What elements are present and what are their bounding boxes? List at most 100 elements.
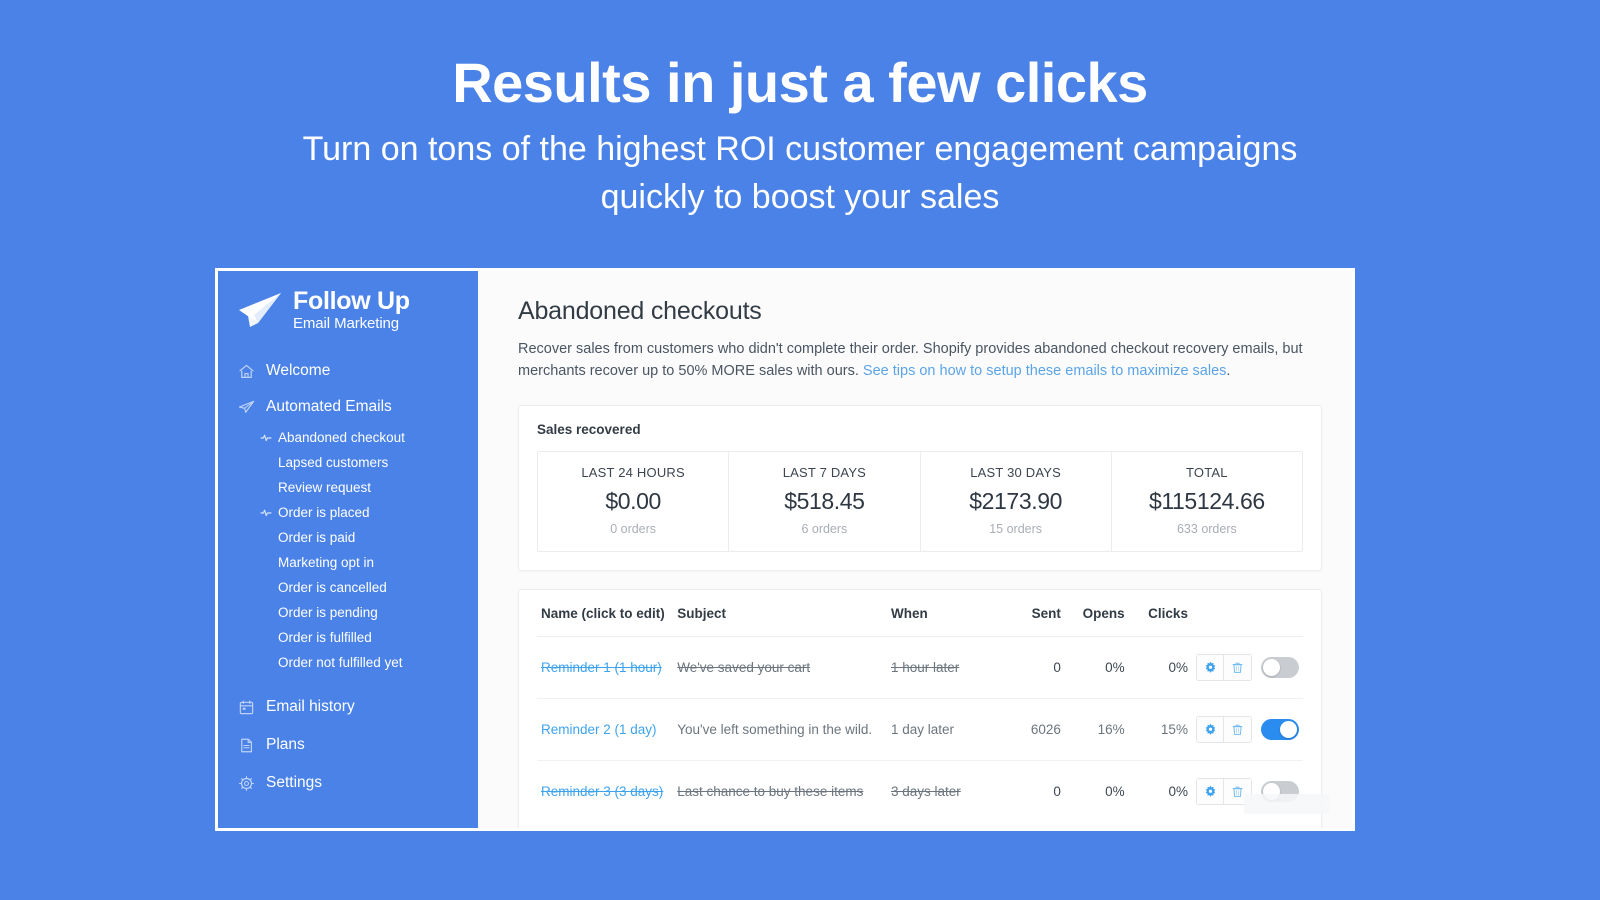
stat-label: LAST 7 DAYS (782, 464, 867, 480)
sparkle-icon (260, 432, 272, 444)
stat-label: TOTAL (1186, 464, 1228, 480)
column-header-opens: Opens (1064, 589, 1129, 637)
trash-icon (1231, 785, 1244, 798)
logo-subtitle: Email Marketing (293, 315, 400, 332)
emails-table: Name (click to edit) Subject When Sent O… (537, 589, 1303, 822)
column-header-actions (1191, 589, 1303, 637)
sidebar-item-automated-emails[interactable]: Automated Emails (218, 389, 478, 425)
delete-button[interactable] (1224, 716, 1251, 742)
email-name-link[interactable]: Reminder 2 (1 day) (541, 722, 657, 737)
page-title: Abandoned checkouts (518, 297, 762, 325)
sidebar-item-email-history[interactable]: Email history (218, 688, 478, 726)
sidebar-subitem-label: Order is fulfilled (278, 630, 372, 645)
sidebar-subitem-label: Lapsed customers (278, 455, 389, 470)
email-when: 1 day later (890, 721, 955, 737)
sparkle-icon (260, 507, 272, 519)
sidebar-subitem-label: Order is pending (278, 605, 378, 620)
sidebar-subitem-label: Order is placed (278, 505, 370, 520)
main-content: Abandoned checkouts Recover sales from c… (478, 271, 1352, 828)
sidebar-item-plans[interactable]: Plans (218, 726, 478, 764)
stat-orders: 633 orders (1176, 521, 1237, 536)
emails-table-card: Name (click to edit) Subject When Sent O… (518, 588, 1322, 828)
email-sent: 0 (1053, 783, 1061, 799)
email-opens: 0% (1064, 636, 1129, 699)
email-subject: We've saved your cart (677, 659, 811, 675)
sidebar-item-welcome[interactable]: Welcome (218, 353, 478, 389)
sales-recovered-card: Sales recovered LAST 24 HOURS $0.00 0 or… (518, 404, 1322, 571)
document-icon (238, 737, 255, 754)
email-clicks: 15% (1128, 698, 1192, 761)
settings-button[interactable] (1197, 778, 1224, 804)
sidebar-item-order-is-placed[interactable]: Order is placed (218, 500, 478, 525)
enable-toggle[interactable] (1261, 656, 1299, 678)
sidebar-item-lapsed-customers[interactable]: Lapsed customers (218, 450, 478, 475)
stat-last-30-days: LAST 30 DAYS $2173.90 15 orders (921, 451, 1112, 551)
hero-banner: Results in just a few clicks Turn on ton… (0, 0, 1600, 221)
enable-toggle[interactable] (1261, 718, 1299, 740)
settings-button[interactable] (1197, 716, 1224, 742)
app-logo[interactable]: Follow Up Email Marketing (218, 289, 478, 331)
stat-last-7-days: LAST 7 DAYS $518.45 6 orders (729, 451, 921, 551)
sidebar-subitem-label: Marketing opt in (278, 555, 375, 570)
sidebar-item-label: Settings (266, 774, 323, 791)
stat-total: TOTAL $115124.66 633 orders (1112, 452, 1302, 551)
row-button-group (1196, 653, 1252, 681)
email-subject: You've left something in the wild. (677, 721, 873, 737)
stat-label: LAST 24 HOURS (581, 464, 685, 480)
trash-icon (1231, 723, 1244, 736)
sidebar-subitem-label: Order is paid (278, 530, 356, 545)
email-subject: Last chance to buy these items (677, 783, 864, 799)
toggle-knob (1280, 720, 1297, 738)
setup-tips-link[interactable]: See tips on how to setup these emails to… (863, 363, 1226, 379)
sidebar-subitem-label: Abandoned checkout (278, 430, 405, 445)
sidebar-item-marketing-opt-in[interactable]: Marketing opt in (218, 550, 478, 575)
email-sent: 6026 (1002, 698, 1065, 761)
column-header-when: When (886, 589, 1003, 637)
settings-button[interactable] (1197, 654, 1224, 680)
row-actions (1196, 715, 1299, 743)
gear-icon (1204, 785, 1217, 798)
stat-value: $115124.66 (1148, 487, 1265, 514)
sidebar-item-label: Welcome (266, 362, 331, 379)
sidebar-item-label: Email history (266, 698, 355, 715)
column-header-subject: Subject (673, 589, 887, 637)
home-icon (238, 363, 255, 380)
gear-icon (1204, 723, 1217, 736)
column-header-sent: Sent (1002, 589, 1065, 637)
email-name-link[interactable]: Reminder 3 (3 days) (541, 784, 663, 799)
email-opens: 16% (1064, 698, 1129, 761)
email-clicks: 0% (1128, 636, 1192, 699)
toggle-knob (1263, 658, 1280, 676)
gear-icon (1204, 661, 1217, 674)
stat-value: $0.00 (605, 487, 661, 514)
sidebar-item-order-not-fulfilled-yet[interactable]: Order not fulfilled yet (218, 650, 478, 675)
sidebar-item-order-is-cancelled[interactable]: Order is cancelled (218, 575, 478, 600)
column-header-name: Name (click to edit) (537, 589, 674, 637)
sidebar-item-order-is-pending[interactable]: Order is pending (218, 600, 478, 625)
stat-orders: 6 orders (801, 521, 848, 536)
page-description: Recover sales from customers who didn't … (518, 338, 1318, 383)
delete-button[interactable] (1224, 654, 1251, 680)
sidebar-subnav: Abandoned checkout Lapsed customers Revi… (218, 425, 478, 675)
gear-icon (238, 775, 255, 792)
trash-icon (1231, 661, 1244, 674)
stat-orders: 0 orders (610, 521, 657, 536)
hero-title: Results in just a few clicks (452, 51, 1148, 114)
sidebar-item-order-is-fulfilled[interactable]: Order is fulfilled (218, 625, 478, 650)
email-when: 3 days later (890, 783, 961, 799)
email-when: 1 hour later (890, 659, 960, 675)
stat-value: $2173.90 (969, 487, 1062, 514)
sales-recovered-heading: Sales recovered (537, 421, 641, 437)
sidebar-item-review-request[interactable]: Review request (218, 475, 478, 500)
column-header-clicks: Clicks (1128, 589, 1192, 637)
table-row: Reminder 3 (3 days) Last chance to buy t… (537, 760, 1303, 822)
sidebar-item-order-is-paid[interactable]: Order is paid (218, 525, 478, 550)
table-row: Reminder 1 (1 hour) We've saved your car… (537, 636, 1303, 699)
hero-subtitle: Turn on tons of the highest ROI customer… (302, 129, 1298, 216)
sidebar-subitem-label: Review request (278, 480, 372, 495)
sidebar-item-settings[interactable]: Settings (218, 764, 478, 802)
sidebar-item-abandoned-checkout[interactable]: Abandoned checkout (218, 425, 478, 450)
sidebar-item-label: Automated Emails (266, 398, 392, 415)
email-name-link[interactable]: Reminder 1 (1 hour) (541, 660, 662, 675)
table-header-row: Name (click to edit) Subject When Sent O… (537, 589, 1303, 637)
